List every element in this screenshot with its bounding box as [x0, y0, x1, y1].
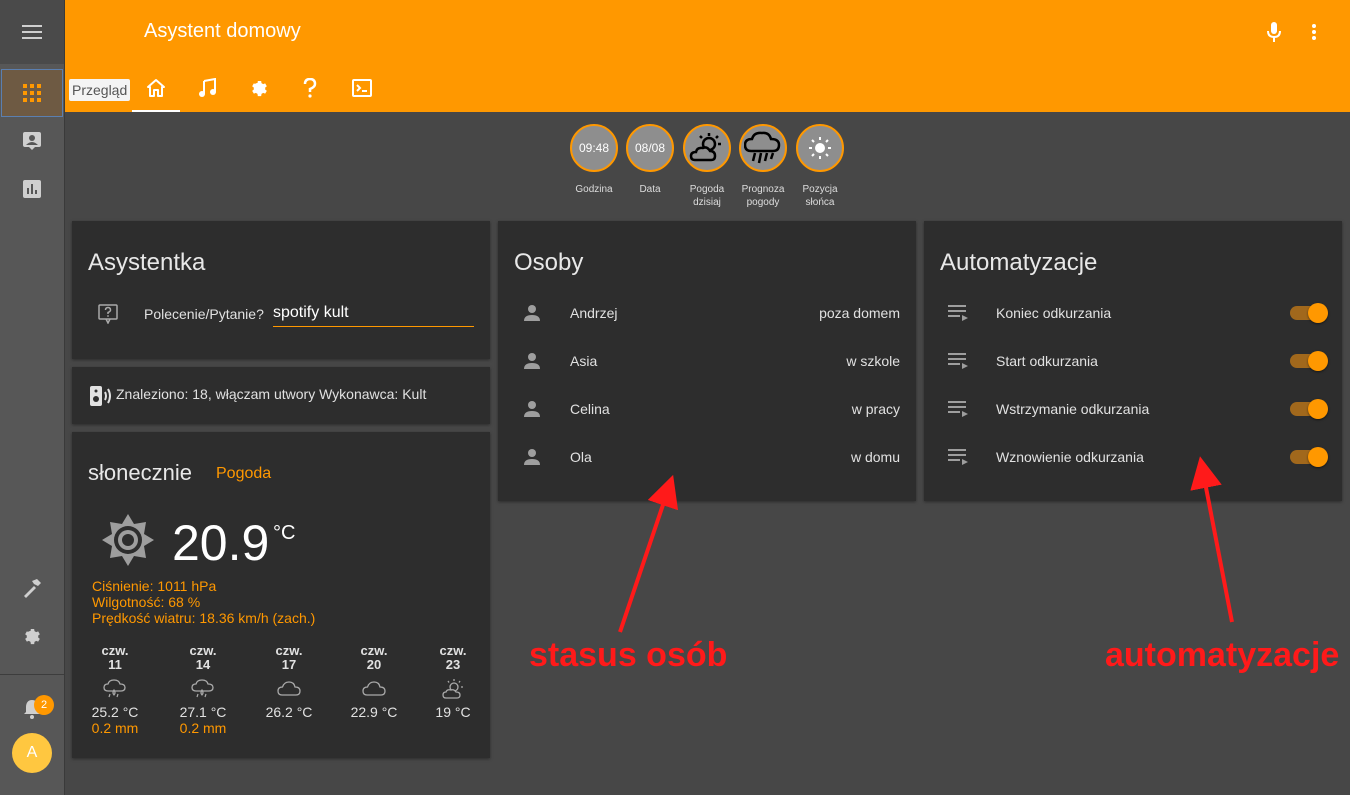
- annotation-persons-status: stasus osób: [529, 636, 728, 674]
- annotation-automations: automatyzacje: [1105, 636, 1340, 674]
- arrow-persons: [618, 474, 679, 633]
- app-root: 2 A Asystent domowy Przegląd 09:48 Godzi…: [0, 0, 1350, 795]
- annotation-arrows: [618, 456, 1234, 633]
- arrow-automations: [1190, 456, 1234, 623]
